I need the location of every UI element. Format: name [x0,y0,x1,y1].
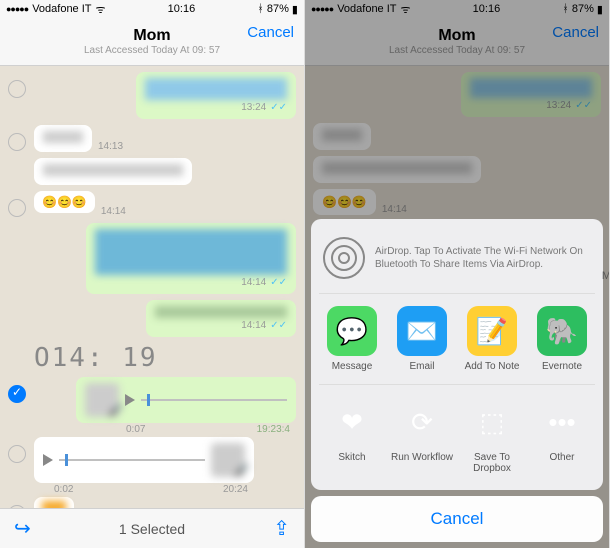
right-screen: ●●●●● Vodafone IT ᯤ 10:16 ᚼ 87% ▮ Mom La… [305,0,610,548]
last-accessed: Last Accessed Today At 09: 57 [84,45,220,56]
voice-thumbnail: 🎤 [211,443,245,477]
msg-time: 19:23:4 [257,424,290,435]
last-accessed: Last Accessed Today At 09: 57 [389,45,525,56]
carrier-label: Vodafone IT [32,3,91,15]
message-icon: 💬 [327,306,377,356]
voice-thumbnail: 🎤 [85,383,119,417]
share-app-email[interactable]: ✉️ Email [389,306,455,372]
status-time: 10:16 [473,3,501,15]
wifi-icon: ᯤ [96,2,106,17]
status-bar: ●●●●● Vodafone IT ᯤ 10:16 ᚼ 87% ▮ [305,0,609,18]
message-row[interactable] [8,497,296,508]
action-label: Run Workflow [389,452,455,463]
battery-icon: ▮ [597,3,603,16]
voice-message-row[interactable]: 🎤 0:07 19:23:4 [8,377,296,423]
timestamp-overlay: O14: 19 [34,343,296,373]
voice-track[interactable] [141,399,287,401]
other-icon: ••• [537,397,587,447]
voice-message-row[interactable]: 🎤 0:02 20:24 [8,437,296,483]
play-icon[interactable] [125,394,135,406]
voice-duration: 0:02 [54,484,73,495]
cancel-button[interactable]: Cancel [247,24,294,41]
action-label: Skitch [319,452,385,463]
app-label: Add To Note [459,361,525,372]
action-dropbox[interactable]: ⬚ Save To Dropbox [459,397,525,474]
message-row[interactable]: 😊😊😊 14:14 [8,191,296,217]
forward-icon[interactable]: ↪ [14,516,31,541]
share-app-notes[interactable]: 📝 Add To Note [459,306,525,372]
email-icon: ✉️ [397,306,447,356]
carrier-label: Vodafone IT [337,3,396,15]
mic-icon: 🎤 [234,463,249,477]
battery-icon: ▮ [292,3,298,16]
airdrop-text: AirDrop. Tap To Activate The Wi-Fi Netwo… [375,245,591,271]
action-workflow[interactable]: ⟳ Run Workflow [389,397,455,474]
status-time: 10:16 [168,3,196,15]
share-app-message[interactable]: 💬 Message [319,306,385,372]
msg-time: 13:24 [241,102,266,113]
chat-title: Mom [133,27,170,45]
read-ticks-icon: ✓✓ [270,277,287,288]
msg-time: 14:13 [98,141,123,152]
action-label: Other [529,452,595,463]
message-row[interactable] [8,158,296,185]
read-ticks-icon: ✓✓ [270,102,287,113]
play-icon[interactable] [43,454,53,466]
voice-duration: 0:07 [126,424,145,435]
nav-bar: Mom Last Accessed Today At 09: 57 Cancel [0,18,304,66]
notes-icon: 📝 [467,306,517,356]
action-skitch[interactable]: ❤ Skitch [319,397,385,474]
nav-bar: Mom Last Accessed Today At 09: 57 Cancel [305,18,609,66]
skitch-icon: ❤ [327,397,377,447]
sheet-cancel-button[interactable]: Cancel [311,496,603,542]
share-app-evernote[interactable]: 🐘 Evernote [529,306,595,372]
voice-track[interactable] [59,459,205,461]
mic-icon: 🎤 [108,403,123,417]
msg-time: 14:14 [101,206,126,217]
select-radio[interactable] [8,133,26,151]
action-label: Save To Dropbox [459,452,525,474]
battery-pct: 87% [267,3,289,15]
msg-time: 14:14 [241,320,266,331]
app-label: Message [319,361,385,372]
selected-count: 1 Selected [119,521,185,537]
msg-time: 14:14 [241,277,266,288]
selection-toolbar: ↪ 1 Selected ⇪ [0,508,304,548]
status-bar: ●●●●● Vodafone IT ᯤ 10:16 ᚼ 87% ▮ [0,0,304,18]
dropbox-icon: ⬚ [467,397,517,447]
msg-time: 20:24 [223,484,248,495]
message-row[interactable]: 14:14 ✓✓ [8,300,296,337]
left-screen: ●●●●● Vodafone IT ᯤ 10:16 ᚼ 87% ▮ Mom La… [0,0,305,548]
share-apps-row[interactable]: 💬 Message ✉️ Email 📝 Add To Note 🐘 Evern… [319,294,595,376]
share-sheet: AirDrop. Tap To Activate The Wi-Fi Netwo… [305,213,609,548]
battery-pct: 87% [572,3,594,15]
message-row[interactable]: 14:14 ✓✓ [8,223,296,294]
select-radio[interactable] [8,80,26,98]
workflow-icon: ⟳ [397,397,447,447]
message-row[interactable]: 14:13 [8,125,296,152]
select-radio-checked[interactable] [8,385,26,403]
bluetooth-icon: ᚼ [257,3,264,15]
airdrop-icon [323,237,365,279]
share-icon[interactable]: ⇪ [273,516,290,541]
select-radio[interactable] [8,199,26,217]
signal-dots: ●●●●● [311,4,333,14]
cancel-button[interactable]: Cancel [552,24,599,41]
select-radio[interactable] [8,445,26,463]
wifi-icon: ᯤ [401,2,411,17]
read-ticks-icon: ✓✓ [270,320,287,331]
signal-dots: ●●●●● [6,4,28,14]
action-other[interactable]: ••• Other [529,397,595,474]
message-row[interactable]: 13:24 ✓✓ [8,72,296,119]
chat-list[interactable]: 13:24 ✓✓ 14:13 😊😊😊 14:14 14:14 ✓✓ [0,66,304,508]
share-actions-row[interactable]: ❤ Skitch ⟳ Run Workflow ⬚ Save To Dropbo… [319,384,595,478]
bluetooth-icon: ᚼ [562,3,569,15]
app-label: Email [389,361,455,372]
edge-more-label: M [602,270,610,282]
chat-title: Mom [438,27,475,45]
app-label: Evernote [529,361,595,372]
evernote-icon: 🐘 [537,306,587,356]
airdrop-row[interactable]: AirDrop. Tap To Activate The Wi-Fi Netwo… [319,231,595,294]
